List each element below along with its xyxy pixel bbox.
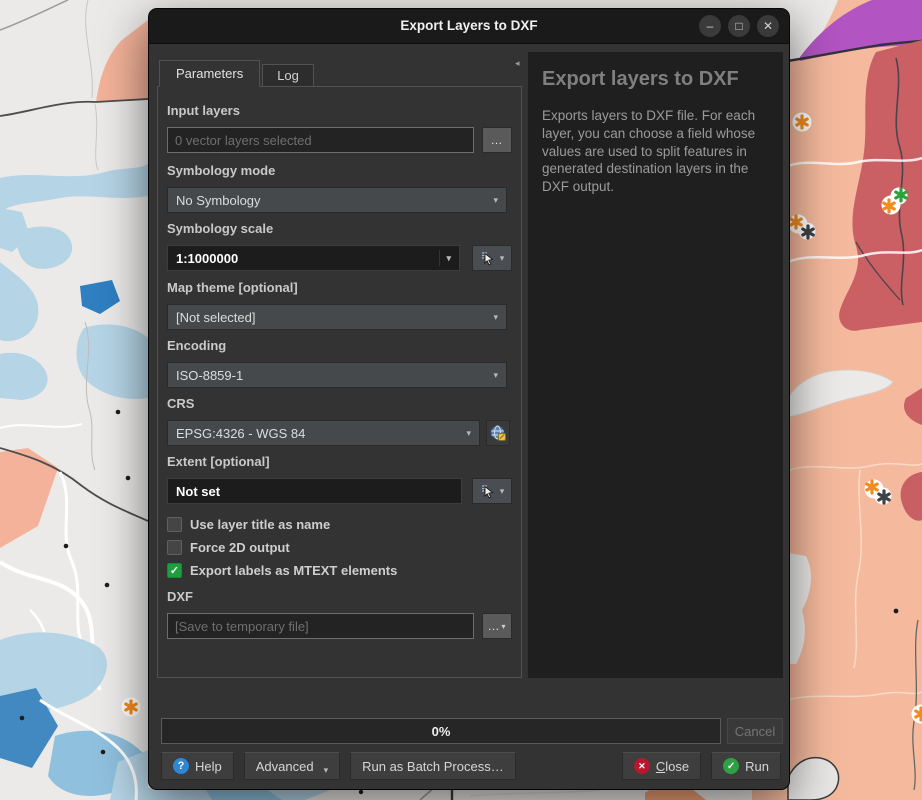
- scale-from-canvas-button[interactable]: ▾: [472, 245, 512, 271]
- chevron-down-icon: ▾: [501, 622, 506, 631]
- map-theme-select[interactable]: [Not selected] ▾: [167, 304, 507, 330]
- extent-from-canvas-button[interactable]: ▾: [472, 478, 512, 504]
- crs-value: EPSG:4326 - WGS 84: [176, 426, 460, 441]
- help-icon: ?: [173, 758, 189, 774]
- close-red-icon: ✕: [634, 758, 650, 774]
- checkbox-label: Export labels as MTEXT elements: [190, 563, 397, 578]
- close-button-label: Close: [656, 759, 689, 774]
- chevron-down-icon: ▾: [500, 486, 505, 497]
- symbology-mode-label: Symbology mode: [167, 163, 512, 179]
- run-check-icon: ✓: [723, 758, 739, 774]
- minimize-icon: –: [707, 20, 714, 32]
- map-extent-cursor-icon: [480, 483, 496, 499]
- encoding-select[interactable]: ISO-8859-1 ▾: [167, 362, 507, 388]
- help-panel-title: Export layers to DXF: [542, 68, 769, 91]
- help-button[interactable]: ? Help: [161, 752, 234, 780]
- chevron-down-icon: ▾: [466, 428, 471, 439]
- dxf-output-placeholder: [Save to temporary file]: [175, 619, 309, 634]
- symbology-mode-select[interactable]: No Symbology ▾: [167, 187, 507, 213]
- progress-row: 0% Cancel: [161, 718, 783, 744]
- map-theme-label: Map theme [optional]: [167, 280, 512, 296]
- run-button-label: Run: [745, 759, 769, 774]
- checkbox-icon: ✓: [167, 517, 182, 532]
- dialog-titlebar[interactable]: Export Layers to DXF – □ ✕: [149, 9, 789, 44]
- tab-bar: Parameters Log: [159, 60, 316, 87]
- ellipsis-icon: …: [487, 619, 500, 633]
- dxf-output-browse-button[interactable]: … ▾: [482, 613, 512, 639]
- parameters-panel: Input layers 0 vector layers selected … …: [157, 86, 522, 678]
- chevron-down-icon: ▾: [493, 312, 498, 323]
- symbology-mode-value: No Symbology: [176, 193, 487, 208]
- run-batch-label: Run as Batch Process…: [362, 759, 504, 774]
- chevron-down-icon: ▾: [500, 253, 505, 264]
- close-window-button[interactable]: ✕: [757, 15, 779, 37]
- chevron-down-icon: ▾: [493, 195, 498, 206]
- collapse-panel-icon[interactable]: ◂: [515, 58, 520, 69]
- input-layers-label: Input layers: [167, 103, 512, 119]
- checkbox-label: Use layer title as name: [190, 517, 330, 532]
- dialog-button-row: ? Help Advanced ▾ Run as Batch Process… …: [161, 752, 781, 780]
- ellipsis-icon: …: [491, 133, 504, 147]
- checkbox-force-2d[interactable]: ✓ Force 2D output: [167, 537, 512, 557]
- minimize-button[interactable]: –: [699, 15, 721, 37]
- symbology-scale-label: Symbology scale: [167, 221, 512, 237]
- globe-icon: [489, 424, 507, 442]
- input-layers-field[interactable]: 0 vector layers selected: [167, 127, 474, 153]
- window-controls: – □ ✕: [699, 15, 779, 37]
- close-icon: ✕: [763, 20, 773, 32]
- input-layers-browse-button[interactable]: …: [482, 127, 512, 153]
- checkbox-mtext-labels[interactable]: ✓ Export labels as MTEXT elements: [167, 560, 512, 580]
- input-layers-placeholder: 0 vector layers selected: [175, 133, 312, 148]
- checkbox-icon: ✓: [167, 563, 182, 578]
- symbology-scale-input[interactable]: 1:1000000 ▾: [167, 245, 460, 271]
- maximize-button[interactable]: □: [728, 15, 750, 37]
- checkbox-label: Force 2D output: [190, 540, 290, 555]
- crs-select[interactable]: EPSG:4326 - WGS 84 ▾: [167, 420, 480, 446]
- run-batch-button[interactable]: Run as Batch Process…: [350, 752, 516, 780]
- crs-label: CRS: [167, 396, 512, 412]
- help-button-label: Help: [195, 759, 222, 774]
- progress-value: 0%: [432, 724, 451, 739]
- encoding-label: Encoding: [167, 338, 512, 354]
- cancel-button[interactable]: Cancel: [727, 718, 783, 744]
- checkbox-use-layer-title[interactable]: ✓ Use layer title as name: [167, 514, 512, 534]
- help-panel: Export layers to DXF Exports layers to D…: [528, 52, 783, 678]
- close-button[interactable]: ✕ Close: [622, 752, 701, 780]
- tab-log[interactable]: Log: [262, 64, 314, 87]
- chevron-down-icon: ▾: [493, 370, 498, 381]
- dxf-output-label: DXF: [167, 589, 512, 605]
- help-panel-body: Exports layers to DXF file. For each lay…: [542, 107, 769, 196]
- maximize-icon: □: [735, 20, 742, 32]
- chevron-down-icon: ▾: [324, 765, 329, 776]
- chevron-down-icon: ▾: [439, 250, 451, 266]
- screen: Export Layers to DXF – □ ✕ Parameters Lo…: [0, 0, 922, 800]
- run-button[interactable]: ✓ Run: [711, 752, 781, 780]
- extent-value: Not set: [176, 484, 453, 499]
- checkbox-icon: ✓: [167, 540, 182, 555]
- export-dxf-dialog: Export Layers to DXF – □ ✕ Parameters Lo…: [148, 8, 790, 790]
- progress-bar: 0%: [161, 718, 721, 744]
- encoding-value: ISO-8859-1: [176, 368, 487, 383]
- tab-parameters[interactable]: Parameters: [159, 60, 260, 87]
- advanced-button-label: Advanced: [256, 759, 314, 774]
- dialog-title: Export Layers to DXF: [149, 9, 789, 43]
- crs-picker-button[interactable]: [486, 420, 510, 446]
- extent-label: Extent [optional]: [167, 454, 512, 470]
- dxf-output-field[interactable]: [Save to temporary file]: [167, 613, 474, 639]
- symbology-scale-value: 1:1000000: [176, 251, 433, 266]
- advanced-button[interactable]: Advanced ▾: [244, 752, 340, 780]
- extent-field[interactable]: Not set: [167, 478, 462, 504]
- map-extent-cursor-icon: [480, 250, 496, 266]
- map-theme-value: [Not selected]: [176, 310, 487, 325]
